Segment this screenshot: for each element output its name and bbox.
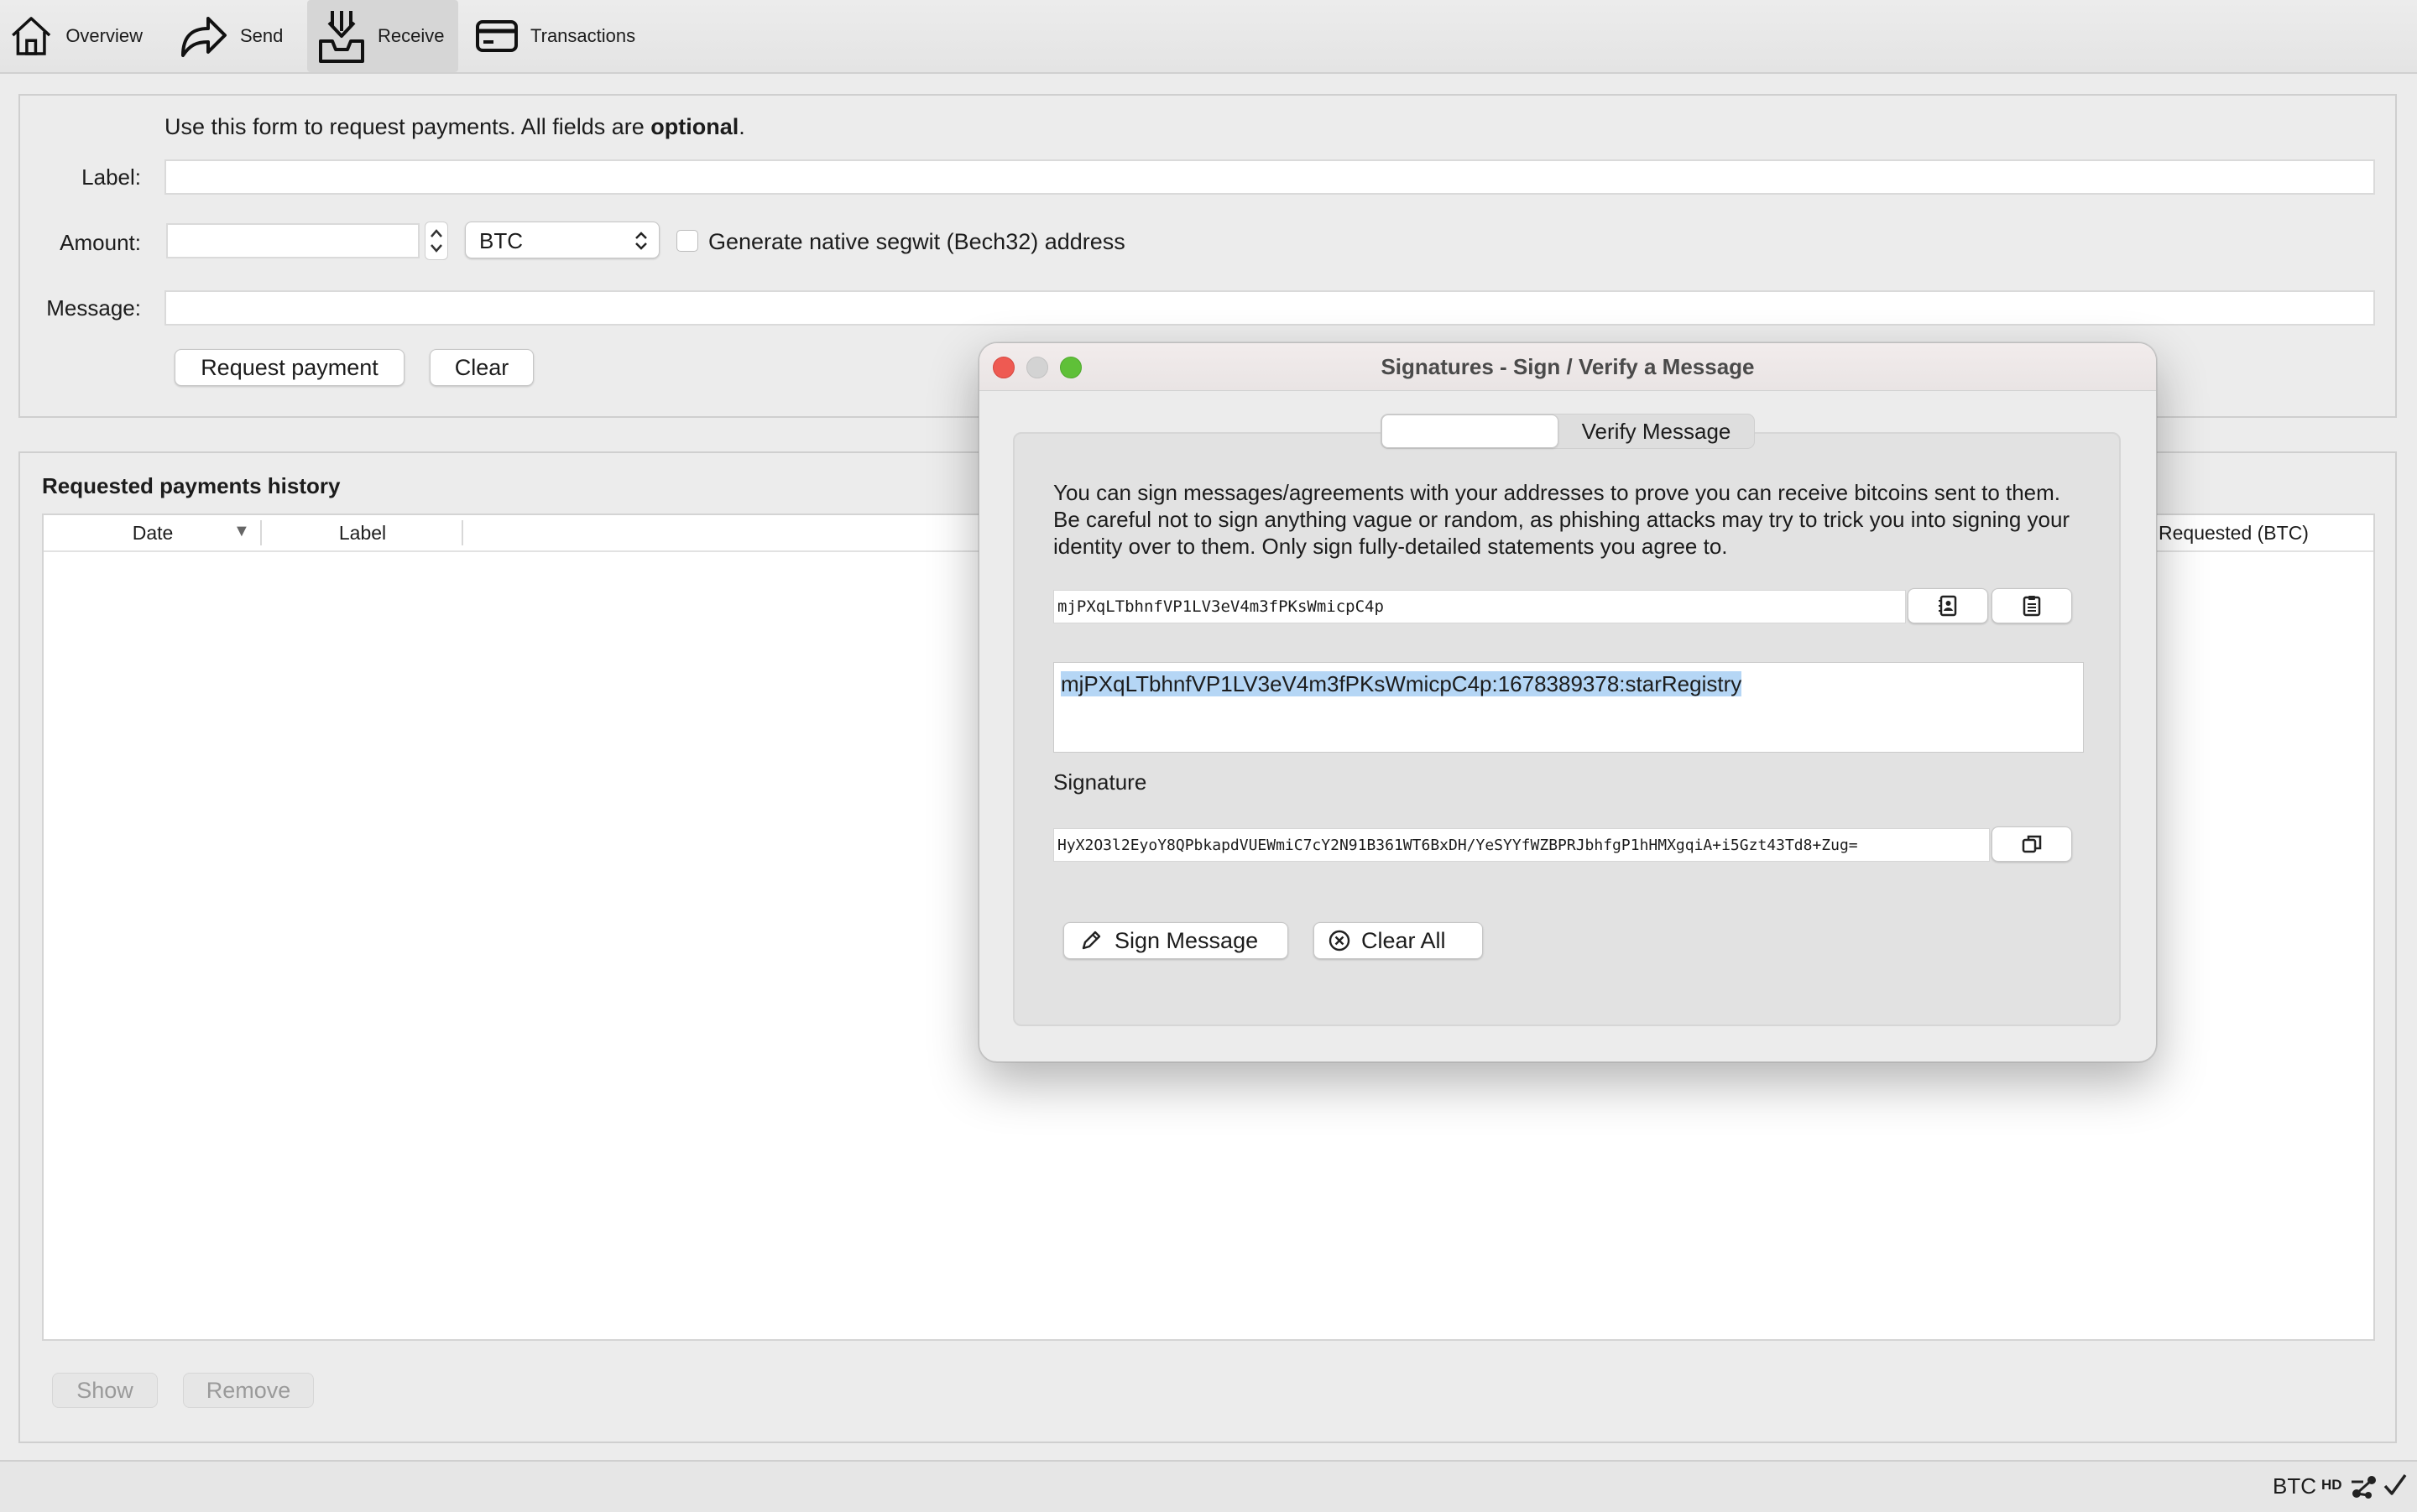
unit-selected-value: BTC — [479, 228, 523, 253]
sign-description: You can sign messages/agreements with yo… — [1053, 480, 2070, 559]
zoom-window-button[interactable] — [1060, 357, 1082, 378]
network-icon[interactable] — [2350, 1473, 2378, 1500]
column-header-requested[interactable]: Requested (BTC) — [2159, 515, 2377, 550]
address-book-icon — [1939, 595, 1957, 617]
tab-transactions[interactable]: Transactions — [475, 0, 643, 72]
column-label-label: Label — [338, 521, 387, 544]
intro-suffix: . — [739, 114, 745, 139]
segwit-checkbox-label: Generate native segwit (Bech32) address — [708, 229, 1125, 254]
label-label: Label: — [81, 164, 141, 190]
signature-output[interactable]: HyX2O3l2EyoY8QPbkapdVUEWmiC7cY2N91B361WT… — [1053, 828, 1990, 862]
tab-sign-message[interactable] — [1381, 414, 1559, 448]
status-unit[interactable]: BTC — [2273, 1473, 2316, 1499]
column-date-label: Date — [132, 521, 174, 544]
form-intro-text: Use this form to request payments. All f… — [164, 114, 745, 140]
dialog-title: Signatures - Sign / Verify a Message — [1381, 353, 1755, 379]
segwit-checkbox[interactable] — [676, 230, 698, 252]
tab-overview[interactable]: Overview — [8, 0, 143, 72]
clear-button[interactable]: Clear — [430, 349, 534, 386]
tab-transactions-label: Transactions — [530, 25, 636, 46]
sign-message-button[interactable]: Sign Message — [1063, 922, 1288, 959]
label-input[interactable] — [164, 159, 2375, 195]
column-header-label[interactable]: Label — [262, 515, 463, 550]
signature-label: Signature — [1053, 769, 1147, 795]
minimize-window-button[interactable] — [1026, 357, 1048, 378]
tab-send-label: Send — [240, 25, 284, 46]
tab-verify-label: Verify Message — [1581, 418, 1731, 444]
copy-icon — [2022, 835, 2042, 853]
card-icon — [476, 20, 518, 52]
tab-send[interactable]: Send — [176, 0, 285, 72]
sign-verify-dialog: Signatures - Sign / Verify a Message Ver… — [979, 342, 2157, 1062]
receive-inbox-icon — [319, 11, 364, 63]
dialog-tab-bar: Verify Message — [1381, 414, 1755, 449]
pen-icon — [1082, 931, 1101, 950]
message-textarea[interactable]: mjPXqLTbhnfVP1LV3eV4m3fPKsWmicpC4p:16783… — [1053, 662, 2084, 753]
show-button[interactable]: Show — [52, 1373, 158, 1408]
dialog-titlebar: Signatures - Sign / Verify a Message — [979, 343, 2156, 391]
close-window-button[interactable] — [993, 357, 1015, 378]
tab-receive-label: Receive — [378, 25, 445, 46]
intro-bold: optional — [650, 114, 739, 139]
amount-stepper[interactable] — [425, 222, 448, 260]
amount-input[interactable] — [166, 223, 420, 258]
paste-button[interactable] — [1992, 588, 2072, 623]
request-payment-button[interactable]: Request payment — [175, 349, 405, 386]
history-title: Requested payments history — [42, 473, 341, 498]
clear-all-button[interactable]: Clear All — [1313, 922, 1483, 959]
stepper-arrows-icon — [431, 229, 442, 253]
intro-prefix: Use this form to request payments. All f… — [164, 114, 651, 139]
sign-message-label: Sign Message — [1115, 927, 1259, 953]
main-toolbar: Overview Send Receive Transactions — [0, 0, 2417, 74]
clear-circle-x-icon — [1329, 930, 1350, 952]
remove-button[interactable]: Remove — [183, 1373, 314, 1408]
message-label: Message: — [46, 295, 141, 321]
amount-label: Amount: — [60, 230, 141, 255]
tab-verify-message[interactable]: Verify Message — [1558, 414, 1754, 448]
sync-check-icon[interactable] — [2382, 1472, 2409, 1499]
clipboard-paste-icon — [2023, 596, 2041, 617]
tab-receive[interactable]: Receive — [307, 0, 458, 72]
home-icon — [12, 17, 51, 55]
sort-descending-icon: ▼ — [233, 522, 250, 540]
unit-select[interactable]: BTC — [465, 222, 660, 258]
clear-all-label: Clear All — [1361, 927, 1446, 953]
tab-overview-label: Overview — [65, 25, 143, 46]
message-input[interactable] — [164, 290, 2375, 326]
copy-signature-button[interactable] — [1992, 826, 2072, 862]
column-separator — [462, 520, 463, 545]
hd-badge: HD — [2321, 1477, 2342, 1493]
address-input[interactable]: mjPXqLTbhnfVP1LV3eV4m3fPKsWmicpC4p — [1053, 590, 1906, 623]
send-arrow-icon — [181, 17, 227, 57]
column-requested-label: Requested (BTC) — [2159, 521, 2309, 544]
chevron-updown-icon — [635, 232, 647, 250]
address-book-button[interactable] — [1908, 588, 1988, 623]
status-bar: BTC HD — [0, 1460, 2417, 1512]
column-header-date[interactable]: Date — [44, 515, 262, 550]
selected-message-text: mjPXqLTbhnfVP1LV3eV4m3fPKsWmicpC4p:16783… — [1061, 671, 1742, 696]
